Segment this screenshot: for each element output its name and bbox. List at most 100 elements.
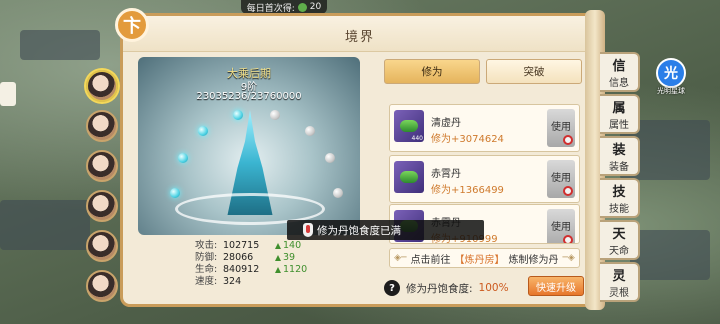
spirit-orb-empty [305, 126, 315, 136]
stat-label: 生命: [195, 264, 218, 275]
spirit-orb [198, 126, 208, 136]
hero-avatar[interactable] [86, 230, 118, 262]
background-roof [630, 230, 710, 280]
goto-place: 【炼丹房】 [454, 254, 505, 266]
side-tab-label: 信息 [609, 78, 629, 89]
stat-increase: 1120 [275, 264, 307, 276]
disabled-icon [563, 186, 573, 196]
hero-avatar[interactable] [86, 70, 118, 102]
info-icon: 信 [612, 59, 626, 74]
attribute-icon: 属 [612, 101, 626, 116]
stat-label: 速度: [195, 276, 218, 287]
use-button[interactable]: 使用 [547, 109, 575, 147]
stat-increase-value: 140 [283, 240, 302, 251]
thermometer-icon [303, 223, 313, 237]
use-label: 使用 [551, 122, 571, 133]
disabled-icon [563, 235, 573, 243]
stat-row-health: 生命: 840912 1120 [195, 264, 335, 276]
light-planet-icon[interactable]: 光 [656, 58, 686, 88]
side-tab-skills[interactable]: 技 技能 [600, 178, 640, 218]
use-button[interactable]: 使用 [547, 160, 575, 198]
hero-avatar[interactable] [86, 150, 118, 182]
quick-upgrade-button[interactable]: 快速升级 [528, 276, 584, 296]
daily-first-reward: 每日首次得: 20 [241, 0, 327, 14]
stat-increase: 140 [275, 240, 301, 252]
stat-label: 攻击: [195, 240, 218, 251]
item-gain: 修为+1366499 [431, 185, 504, 196]
side-tab-label: 技能 [609, 204, 629, 215]
ornament-left-icon: ◈─ [394, 253, 407, 263]
realm-exp: 23035236/23760000 [196, 91, 302, 102]
goto-alchemy-link[interactable]: ◈─ 点击前往 【炼丹房】 炼制修为丹 ─◈ [389, 248, 580, 268]
destiny-icon: 天 [612, 227, 626, 242]
side-tab-info[interactable]: 信 信息 [600, 52, 640, 92]
spirit-orb [178, 153, 188, 163]
pill-item: 440 清虚丹 修为+3074624 使用 [389, 104, 580, 152]
spirit-orb-empty [325, 153, 335, 163]
skill-icon: 技 [612, 185, 626, 200]
stat-increase-value: 39 [283, 252, 296, 263]
panel-logo-icon: 卞 [115, 8, 149, 42]
stat-label: 防御: [195, 252, 218, 263]
pill-icon: 440 [394, 110, 424, 142]
arrow-up-icon [275, 255, 281, 261]
jade-icon [297, 2, 307, 12]
daily-count: 20 [309, 2, 322, 12]
side-tab-label: 属性 [609, 120, 629, 131]
left-edge-tab[interactable] [0, 82, 16, 106]
arrow-up-icon [275, 267, 281, 273]
fullness-value: 100% [478, 282, 509, 294]
pill-item: 赤霄丹 修为+1366499 使用 [389, 155, 580, 203]
hero-avatar[interactable] [86, 190, 118, 222]
stat-value: 840912 [223, 264, 260, 275]
stat-row-attack: 攻击: 102715 140 [195, 240, 335, 252]
side-tab-destiny[interactable]: 天 天命 [600, 220, 640, 260]
item-gain: 修为+3074624 [431, 134, 504, 145]
goto-prefix: 点击前往 [410, 254, 451, 266]
spirit-orb-empty [333, 188, 343, 198]
use-label: 使用 [551, 222, 571, 233]
spirit-orb-empty [270, 110, 280, 120]
stat-value: 28066 [223, 252, 254, 263]
hero-avatar[interactable] [86, 270, 118, 302]
fullness-label: 修为丹饱食度: [406, 282, 473, 295]
ornament-right-icon: ─◈ [562, 253, 575, 263]
spirit-orb [233, 110, 243, 120]
item-name: 赤霄丹 [431, 169, 461, 180]
stat-list: 攻击: 102715 140 防御: 28066 39 生命: 840912 1… [195, 240, 335, 288]
stat-row-speed: 速度: 324 [195, 276, 335, 288]
help-icon[interactable]: ? [384, 280, 400, 296]
pill-fullness: ? 修为丹饱食度: 100% [384, 279, 509, 297]
stat-value: 324 [223, 276, 242, 287]
daily-label: 每日首次得: [246, 3, 295, 14]
stat-increase-value: 1120 [283, 264, 308, 275]
tab-cultivation[interactable]: 修为 [384, 59, 480, 84]
spirit-orb [170, 188, 180, 198]
panel-header: 境界 [123, 16, 597, 52]
panel-title: 境界 [344, 30, 375, 45]
item-name: 清虚丹 [431, 118, 461, 129]
side-tab-label: 天命 [609, 246, 629, 257]
use-button[interactable]: 使用 [547, 209, 575, 243]
tab-breakthrough[interactable]: 突破 [486, 59, 582, 84]
side-tab-label: 装备 [609, 162, 629, 173]
use-label: 使用 [551, 173, 571, 184]
toast-text: 修为丹饱食度已满 [317, 224, 401, 237]
equipment-icon: 装 [612, 143, 626, 158]
disabled-icon [563, 135, 573, 145]
stat-increase: 39 [275, 252, 295, 264]
light-planet-label: 光明星球 [657, 87, 685, 95]
hero-avatar[interactable] [86, 110, 118, 142]
arrow-up-icon [275, 243, 281, 249]
item-count: 440 [411, 135, 423, 142]
stat-value: 102715 [223, 240, 260, 251]
side-tab-spirit-root[interactable]: 灵 灵根 [600, 262, 640, 302]
side-tab-attributes[interactable]: 属 属性 [600, 94, 640, 134]
side-tab-label: 灵根 [609, 288, 629, 299]
spirit-root-icon: 灵 [612, 269, 626, 284]
background-roof [20, 30, 100, 60]
background-roof [0, 200, 90, 250]
side-tab-equipment[interactable]: 装 装备 [600, 136, 640, 176]
toast-message: 修为丹饱食度已满 [287, 220, 484, 240]
pill-icon [394, 161, 424, 193]
